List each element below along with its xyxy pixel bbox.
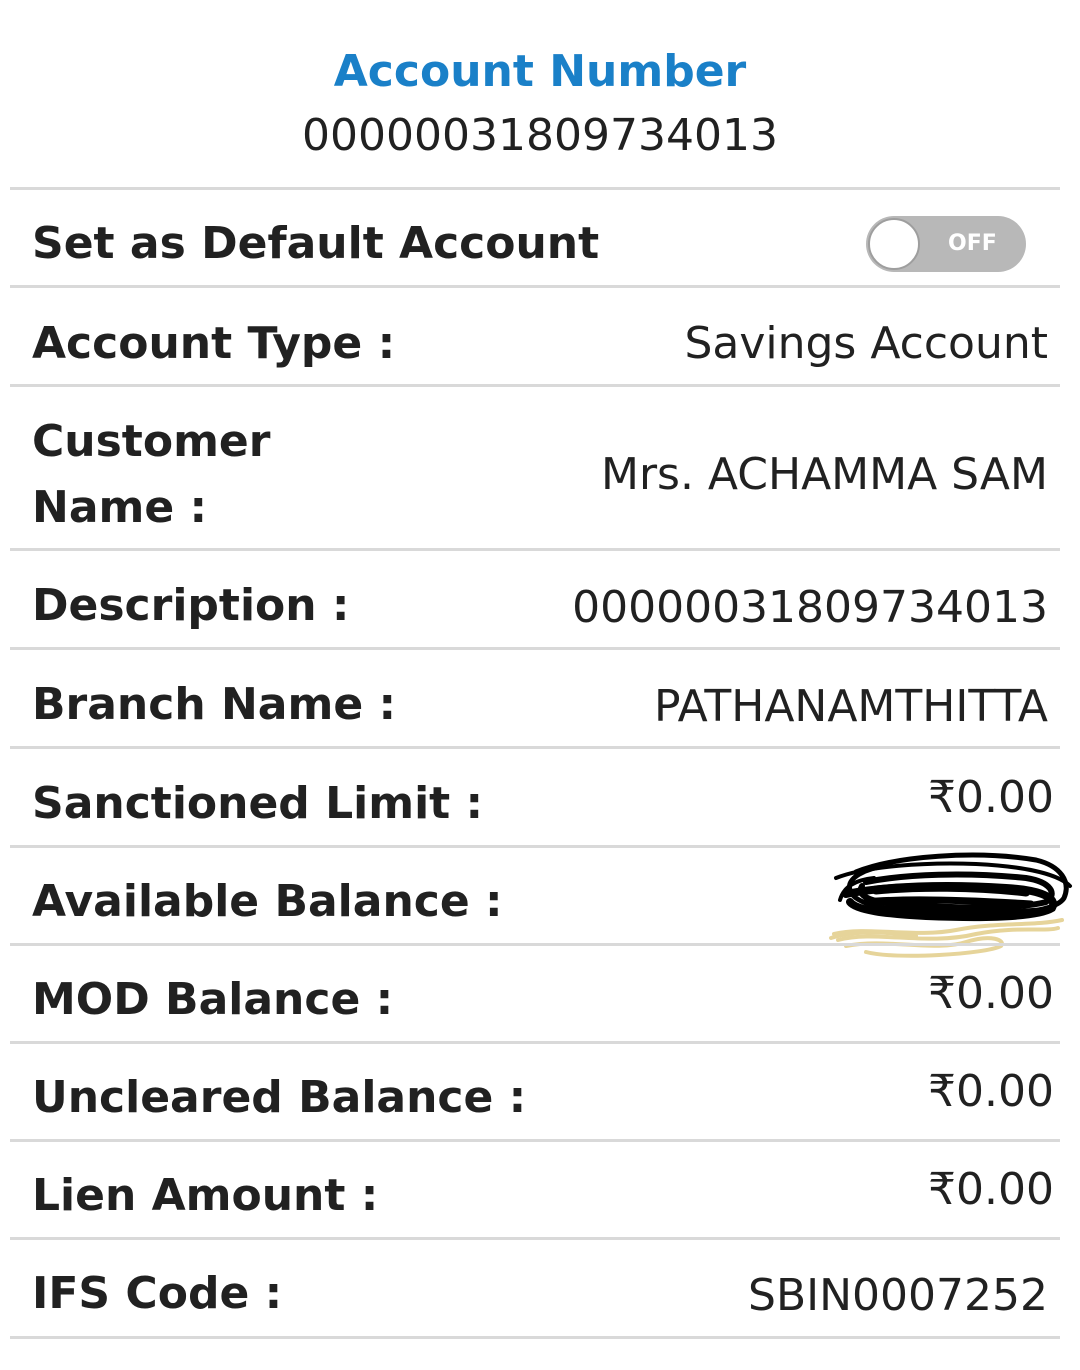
branch-name-value: PATHANAMTHITTA (653, 681, 1048, 732)
divider (10, 746, 1060, 749)
ifs-code-label: IFS Code : (32, 1268, 283, 1319)
mod-balance-value: ₹0.00 (928, 968, 1054, 1019)
divider (10, 548, 1060, 551)
toggle-state-label: OFF (948, 231, 997, 256)
uncleared-balance-label: Uncleared Balance : (32, 1072, 527, 1123)
sanctioned-limit-label: Sanctioned Limit : (32, 778, 484, 829)
divider (10, 285, 1060, 288)
branch-name-label: Branch Name : (32, 679, 397, 730)
account-number-value: 00000031809734013 (302, 110, 778, 161)
divider (10, 943, 1060, 946)
default-account-label: Set as Default Account (32, 218, 600, 269)
customer-name-label-line2: Name : (32, 482, 208, 533)
redaction-scribble (829, 852, 1072, 958)
customer-name-value: Mrs. ACHAMMA SAM (600, 449, 1048, 500)
divider (10, 647, 1060, 650)
divider (10, 1237, 1060, 1240)
account-number-title: Account Number (333, 46, 747, 97)
toggle-knob (868, 218, 920, 270)
lien-amount-label: Lien Amount : (32, 1170, 379, 1221)
divider (10, 1139, 1060, 1142)
default-account-toggle[interactable]: OFF (866, 216, 1026, 272)
divider (10, 1336, 1060, 1339)
sanctioned-limit-value: ₹0.00 (928, 772, 1054, 823)
divider (10, 1041, 1060, 1044)
mod-balance-label: MOD Balance : (32, 974, 394, 1025)
account-type-label: Account Type : (32, 318, 396, 369)
customer-name-label-line1: Customer (32, 416, 271, 467)
uncleared-balance-value: ₹0.00 (928, 1066, 1054, 1117)
divider (10, 187, 1060, 190)
description-label: Description : (32, 580, 350, 631)
description-value: 00000031809734013 (572, 582, 1048, 633)
account-header: Account Number 00000031809734013 (0, 0, 1080, 188)
available-balance-label: Available Balance : (32, 876, 503, 927)
ifs-code-value: SBIN0007252 (748, 1270, 1048, 1321)
divider (10, 384, 1060, 387)
lien-amount-value: ₹0.00 (928, 1164, 1054, 1215)
account-type-value: Savings Account (684, 318, 1048, 369)
